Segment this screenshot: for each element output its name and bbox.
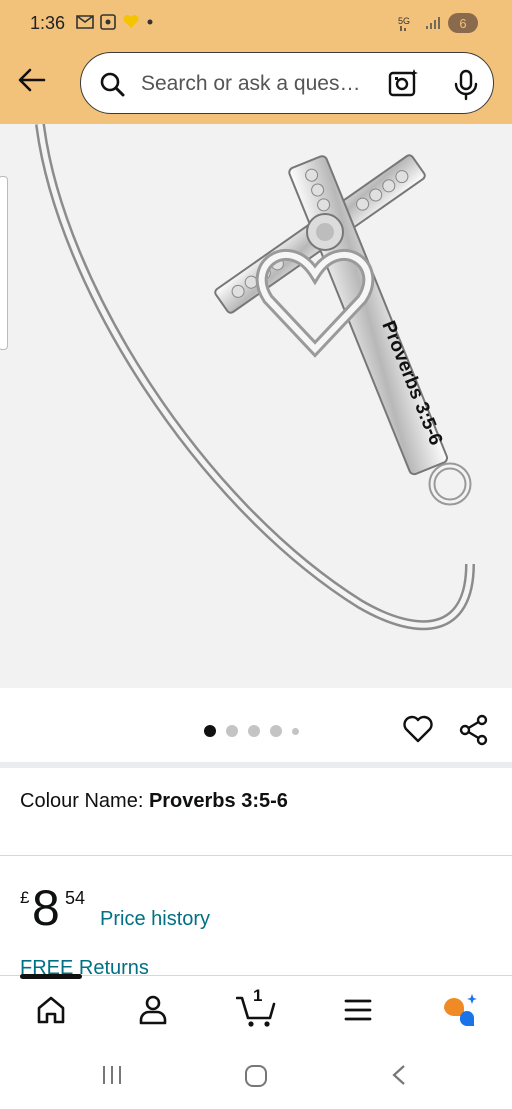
home-button-icon[interactable] (243, 1063, 269, 1089)
status-bar: 1:36 5G 6 (0, 0, 512, 48)
screenshot-icon (100, 14, 116, 30)
ai-assistant-icon[interactable] (440, 990, 480, 1030)
price-history-link[interactable]: Price history (100, 908, 210, 931)
active-tab-indicator (20, 974, 82, 979)
notification-icons (76, 14, 154, 30)
colour-selection: Colour Name: Proverbs 3:5-6 (20, 790, 288, 813)
carousel-dot[interactable] (292, 727, 299, 735)
status-time: 1:36 (30, 13, 66, 33)
microphone-icon[interactable] (453, 69, 479, 101)
search-input[interactable]: Search or ask a question (141, 72, 365, 96)
search-icon (100, 72, 125, 97)
heart-notification-icon (123, 15, 139, 28)
bracelet-image: Proverbs 3:5-6 (35, 124, 475, 631)
home-icon[interactable] (31, 990, 71, 1030)
colour-label: Colour Name: (20, 790, 149, 812)
back-button-icon[interactable] (388, 1063, 412, 1087)
system-navigation (0, 1041, 512, 1109)
battery-indicator: 6 (448, 13, 478, 33)
recent-apps-icon[interactable] (100, 1063, 124, 1087)
product-image[interactable]: Proverbs 3:5-6 (0, 124, 512, 688)
carousel-dots[interactable] (204, 725, 299, 737)
carousel-dot[interactable] (226, 725, 238, 737)
free-returns-link[interactable]: FREE Returns (20, 957, 149, 975)
image-thumbnail-edge (0, 176, 8, 350)
colour-value: Proverbs 3:5-6 (148, 790, 288, 812)
dot-icon (147, 19, 153, 25)
menu-icon[interactable] (338, 990, 378, 1030)
signal-icon (426, 17, 440, 29)
carousel-controls (0, 688, 512, 762)
search-bar[interactable]: Search or ask a question (80, 52, 494, 114)
price-currency: £ (20, 888, 30, 907)
network-5g-icon: 5G (398, 16, 410, 31)
carousel-dot[interactable] (270, 725, 282, 737)
cart-count: 1 (253, 986, 263, 1005)
carousel-dot[interactable] (204, 725, 216, 737)
back-arrow-icon[interactable] (16, 64, 48, 96)
price-fraction: 54 (65, 888, 86, 908)
account-icon[interactable] (133, 990, 173, 1030)
cart-button[interactable]: 1 (235, 986, 276, 1030)
wishlist-heart-icon[interactable] (402, 714, 434, 744)
svg-text:5G: 5G (398, 16, 410, 26)
share-icon[interactable] (458, 714, 490, 746)
camera-search-icon[interactable] (387, 67, 419, 99)
bottom-navigation: 1 (0, 974, 512, 1042)
divider (0, 855, 512, 856)
carousel-dot[interactable] (248, 725, 260, 737)
header: Search or ask a question (0, 48, 512, 124)
section-divider (0, 762, 512, 768)
price-whole: 8 (32, 880, 60, 936)
status-right: 5G 6 (398, 13, 478, 33)
mail-icon (76, 15, 94, 29)
